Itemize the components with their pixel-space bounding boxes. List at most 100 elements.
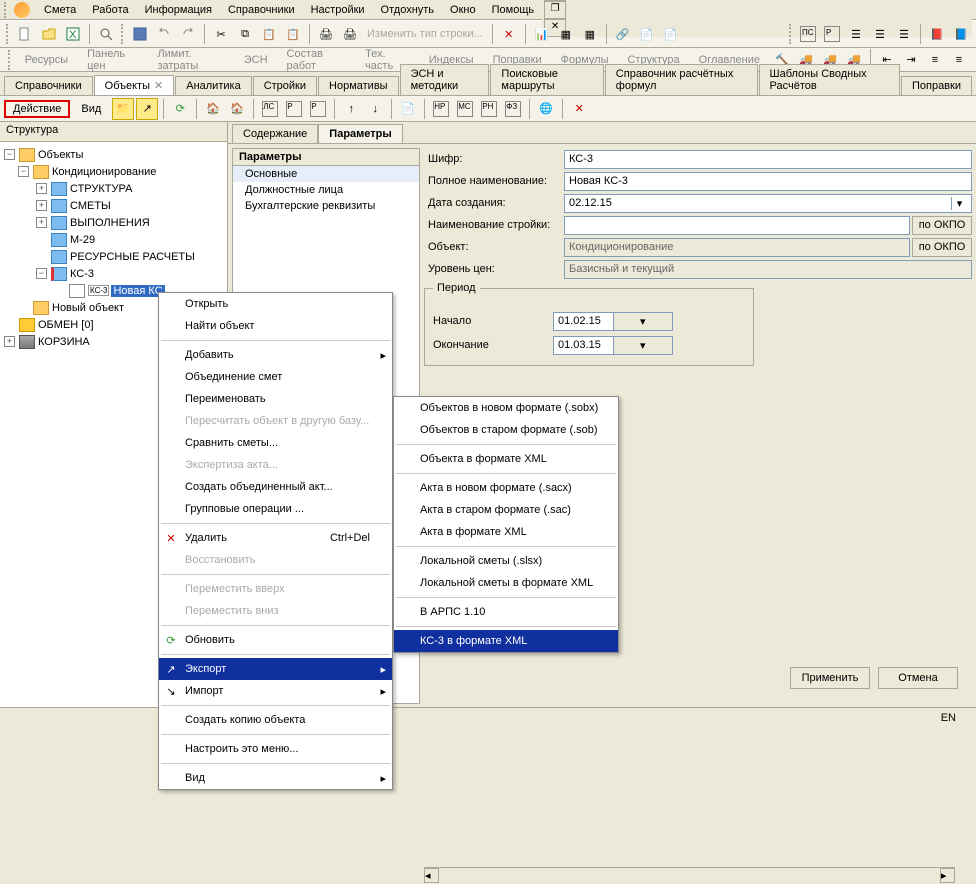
date-dropdown-icon[interactable]: ▾ [951,197,967,210]
dropdown-icon[interactable]: ▾ [613,313,673,330]
house-icon[interactable]: 🏠 [202,98,224,120]
okpo-button-2[interactable]: по ОКПО [912,238,972,257]
np-icon[interactable]: НР [430,98,452,120]
tool-x-icon[interactable]: ✕ [498,23,520,45]
tab-search-routes[interactable]: Поисковые маршруты [490,64,603,95]
ctx-export[interactable]: ↗Экспорт▸ [159,658,392,680]
ctx-delete[interactable]: ✕УдалитьCtrl+Del [159,527,392,549]
tool-chart-icon[interactable]: 📊 [531,23,553,45]
tab-templates[interactable]: Шаблоны Сводных Расчётов [759,64,900,95]
tb2-limits[interactable]: Лимит. затраты [149,45,232,75]
tool-paste2-icon[interactable]: 📋 [282,23,304,45]
change-row-type[interactable]: Изменить тип строки... [363,26,487,42]
tool-align2-icon[interactable]: ≡ [948,49,970,71]
view-menu[interactable]: Вид [72,100,110,118]
ctx-copy[interactable]: Создать копию объекта [159,709,392,731]
tool-paste-icon[interactable]: 📋 [258,23,280,45]
p-icon[interactable]: Р [283,98,305,120]
exp-sob[interactable]: Объектов в старом формате (.sob) [394,419,618,441]
tree-root[interactable]: −Объекты [0,146,227,163]
tool-outdent-icon[interactable]: ⇥ [900,49,922,71]
f3-icon[interactable]: ФЗ [502,98,524,120]
tab-formulas-ref[interactable]: Справочник расчётных формул [605,64,758,95]
restore-button[interactable]: ❐ [544,1,566,19]
tool-col-icon[interactable]: ▦ [555,23,577,45]
ctx-view[interactable]: Вид▸ [159,767,392,789]
okpo-button-1[interactable]: по ОКПО [912,216,972,235]
exp-local-xml[interactable]: Локальной сметы в формате XML [394,572,618,594]
param-basic[interactable]: Основные [233,166,419,182]
tool-undo-icon[interactable] [153,23,175,45]
tool-align-icon[interactable]: ≡ [924,49,946,71]
apply-button[interactable]: Применить [790,667,870,689]
tool-pv-icon[interactable]: Р [821,23,843,45]
refresh-icon[interactable]: ⟳ [169,98,191,120]
ctx-merged-act[interactable]: Создать объединенный акт... [159,476,392,498]
tb2-esn[interactable]: ЭСН [236,51,276,69]
tool-save-icon[interactable] [129,23,151,45]
tree-res[interactable]: РЕСУРСНЫЕ РАСЧЕТЫ [0,248,227,265]
tb2-resources[interactable]: Ресурсы [17,51,76,69]
house2-icon[interactable]: 🏠 [226,98,248,120]
exp-slsx[interactable]: Локальной сметы (.slsx) [394,550,618,572]
tree-smety[interactable]: +СМЕТЫ [0,197,227,214]
ctx-compare[interactable]: Сравнить сметы... [159,432,392,454]
input-date[interactable]: 02.12.15▾ [564,194,972,213]
param-officials[interactable]: Должностные лица [233,182,419,198]
tool-link-icon[interactable]: 🔗 [612,23,634,45]
delete-icon[interactable]: ✕ [568,98,590,120]
tab-stroiki[interactable]: Стройки [253,76,317,95]
param-accounting[interactable]: Бухгалтерские реквизиты [233,198,419,214]
doc-icon[interactable]: 📄 [397,98,419,120]
tab-analytics[interactable]: Аналитика [175,76,251,95]
exp-act-xml[interactable]: Акта в формате XML [394,521,618,543]
nav-up-button[interactable]: 📁 [112,98,134,120]
exp-obj-xml[interactable]: Объекта в формате XML [394,448,618,470]
tool-zoom-icon[interactable] [95,23,117,45]
subtab-content[interactable]: Содержание [232,124,318,143]
input-start-date[interactable]: 01.02.15▾ [553,312,673,331]
horizontal-scrollbar[interactable]: ◂▸ [424,867,955,884]
tool-col2-icon[interactable]: ▦ [579,23,601,45]
tool-open-icon[interactable] [38,23,60,45]
tool-pc-icon[interactable]: ПС [797,23,819,45]
nav-open-button[interactable]: ↗ [136,98,158,120]
ctx-rename[interactable]: Переименовать [159,388,392,410]
tree-cond[interactable]: −Кондиционирование [0,163,227,180]
ctx-refresh[interactable]: ⟳Обновить [159,629,392,651]
tab-corrections[interactable]: Поправки [901,76,972,95]
tool-doc-icon[interactable]: 📄 [636,23,658,45]
down-arrow-icon[interactable]: ↓ [364,98,386,120]
input-shifr[interactable]: КС-3 [564,150,972,169]
mc-icon[interactable]: МС [454,98,476,120]
tool-doc2-icon[interactable]: 📄 [660,23,682,45]
tool-copy-icon[interactable]: ⧉ [234,23,256,45]
tab-spravochniki[interactable]: Справочники [4,76,93,95]
tab-normatives[interactable]: Нормативы [318,76,399,95]
tool-list2-icon[interactable]: ☰ [869,23,891,45]
tool-redo-icon[interactable] [177,23,199,45]
tool-book2-icon[interactable]: 📘 [950,23,972,45]
tool-cut-icon[interactable]: ✂ [210,23,232,45]
tab-esn[interactable]: ЭСН и методики [400,64,490,95]
exp-sacx[interactable]: Акта в новом формате (.sacx) [394,477,618,499]
menu-settings[interactable]: Настройки [303,2,373,18]
dropdown-icon[interactable]: ▾ [613,337,673,354]
menu-info[interactable]: Информация [137,2,220,18]
tb2-composition[interactable]: Состав работ [279,45,355,75]
ctx-open[interactable]: Открыть [159,293,392,315]
menu-sprav[interactable]: Справочники [220,2,303,18]
input-stroika[interactable] [564,216,910,235]
ctx-add[interactable]: Добавить▸ [159,344,392,366]
ph-icon[interactable]: РН [478,98,500,120]
tool-printer-icon[interactable]: 🖨 [315,23,337,45]
ctx-group-ops[interactable]: Групповые операции ... [159,498,392,520]
tree-struct[interactable]: +СТРУКТУРА [0,180,227,197]
menu-smeta[interactable]: Смета [36,2,84,18]
tree-vypoln[interactable]: +ВЫПОЛНЕНИЯ [0,214,227,231]
exp-kc3-xml[interactable]: КС-3 в формате XML [394,630,618,652]
ctx-import[interactable]: ↘Импорт▸ [159,680,392,702]
input-fullname[interactable]: Новая КС-3 [564,172,972,191]
tool-excel-icon[interactable]: X [62,23,84,45]
exp-sac[interactable]: Акта в старом формате (.sac) [394,499,618,521]
